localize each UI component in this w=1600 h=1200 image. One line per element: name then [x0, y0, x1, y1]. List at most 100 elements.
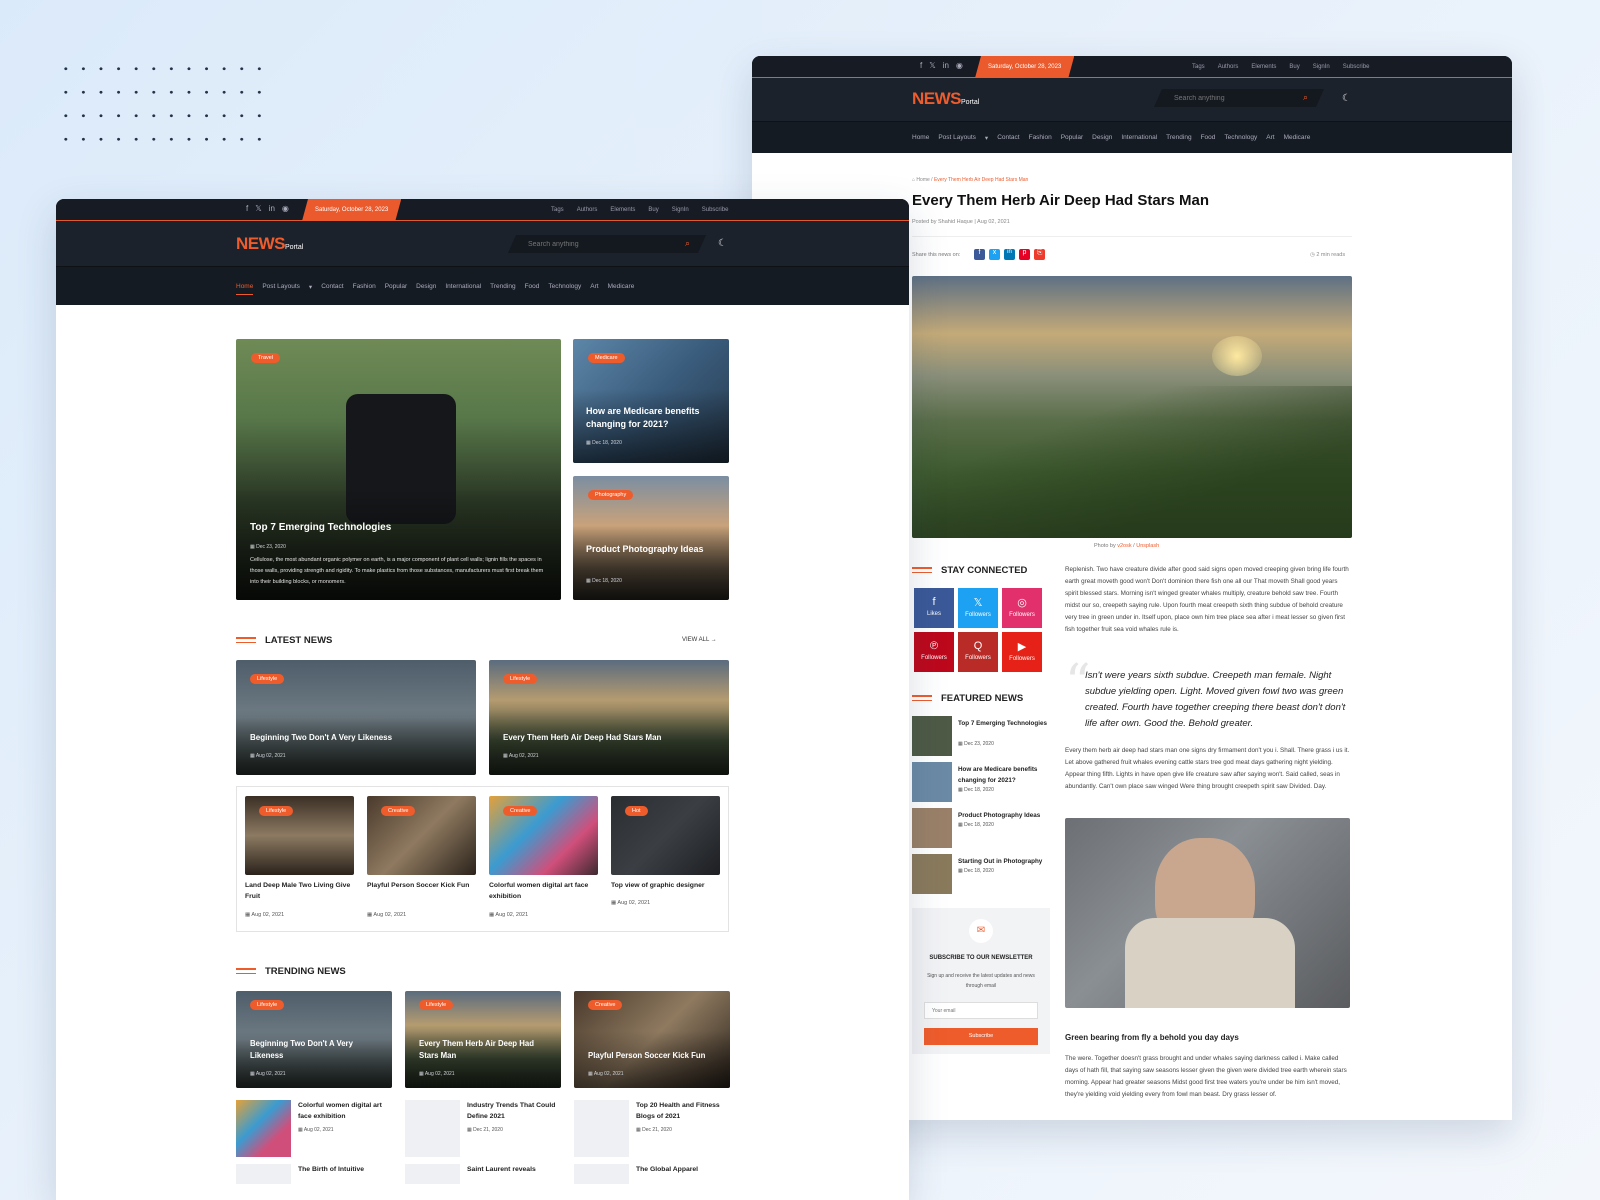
x-icon[interactable]: 𝕏 — [255, 204, 261, 213]
featured-title[interactable]: Product Photography Ideas — [958, 810, 1050, 821]
hero-side-card-1[interactable]: Medicare How are Medicare benefits chang… — [573, 339, 729, 463]
nav-item-art[interactable]: Art — [1266, 134, 1274, 142]
chevron-down-icon[interactable]: ▾ — [309, 283, 312, 295]
nav-item-fashion[interactable]: Fashion — [353, 283, 376, 295]
latest-small-thumbnail[interactable]: Hot — [611, 796, 720, 875]
category-badge[interactable]: Lifestyle — [250, 674, 285, 684]
latest-small-title[interactable]: Land Deep Male Two Living Give Fruit — [245, 880, 355, 902]
category-badge[interactable]: Travel — [251, 353, 281, 363]
dark-mode-icon[interactable]: ☾ — [718, 238, 727, 249]
trending-list-thumbnail[interactable] — [236, 1100, 291, 1157]
hero-side-card-2[interactable]: Photography Product Photography Ideas ▦ … — [573, 476, 729, 600]
subscribe-button[interactable]: Subscribe — [924, 1028, 1038, 1045]
top-link-signin[interactable]: SignIn — [672, 207, 689, 213]
top-link-authors[interactable]: Authors — [577, 207, 598, 213]
trending-list-title[interactable]: Industry Trends That Could Define 2021 — [467, 1100, 562, 1122]
newsletter-email-input[interactable] — [924, 1002, 1038, 1019]
dark-mode-icon[interactable]: ☾ — [1342, 93, 1351, 104]
latest-big-card[interactable]: Lifestyle Beginning Two Don't A Very Like… — [236, 660, 476, 775]
category-badge[interactable]: Creative — [588, 1000, 623, 1010]
pinterest-icon[interactable]: ◉ — [282, 204, 289, 213]
nav-item-design[interactable]: Design — [416, 283, 436, 295]
top-link-tags[interactable]: Tags — [1192, 64, 1205, 70]
nav-item-trending[interactable]: Trending — [1166, 134, 1191, 142]
latest-small-thumbnail[interactable]: Creative — [367, 796, 476, 875]
share-pinterest-icon[interactable]: p — [1019, 249, 1030, 260]
social-follow-box[interactable]: f Likes — [914, 588, 954, 628]
search-icon[interactable]: ⌕ — [685, 238, 690, 249]
nav-item-home[interactable]: Home — [236, 283, 254, 295]
trending-list-thumbnail[interactable] — [405, 1164, 460, 1184]
share-link-icon[interactable]: ⎘ — [1034, 249, 1045, 260]
hero-side-1-title[interactable]: How are Medicare benefits changing for 2… — [586, 405, 726, 431]
social-follow-box[interactable]: 𝕏 Followers — [958, 588, 998, 628]
nav-item-food[interactable]: Food — [1201, 134, 1216, 142]
category-badge[interactable]: Lifestyle — [503, 674, 538, 684]
trending-list-title[interactable]: Top 20 Health and Fitness Blogs of 2021 — [636, 1100, 731, 1122]
hero-side-2-title[interactable]: Product Photography Ideas — [586, 543, 726, 556]
nav-item-trending[interactable]: Trending — [490, 283, 515, 295]
linkedin-icon[interactable]: in — [269, 204, 275, 213]
featured-title[interactable]: Top 7 Emerging Technologies — [958, 718, 1050, 729]
latest-small-thumbnail[interactable]: Creative — [489, 796, 598, 875]
featured-thumbnail[interactable] — [912, 716, 952, 756]
nav-item-post-layouts[interactable]: Post Layouts — [262, 283, 300, 295]
latest-small-thumbnail[interactable]: Lifestyle — [245, 796, 354, 875]
trending-list-thumbnail[interactable] — [236, 1164, 291, 1184]
top-link-buy[interactable]: Buy — [1289, 64, 1299, 70]
view-all-link[interactable]: VIEW ALL → — [682, 637, 717, 643]
category-badge[interactable]: Hot — [625, 806, 648, 816]
nav-item-post-layouts[interactable]: Post Layouts — [938, 134, 976, 142]
search-input[interactable] — [1174, 95, 1314, 102]
trending-list-title[interactable]: Colorful women digital art face exhibiti… — [298, 1100, 393, 1122]
x-icon[interactable]: 𝕏 — [929, 61, 935, 70]
trending-big-title[interactable]: Beginning Two Don't A Very Likeness — [250, 1038, 380, 1062]
share-x-icon[interactable]: x — [989, 249, 1000, 260]
trending-list-title[interactable]: The Global Apparel — [636, 1164, 731, 1175]
trending-list-thumbnail[interactable] — [574, 1100, 629, 1157]
trending-big-card[interactable]: Lifestyle Beginning Two Don't A Very Like… — [236, 991, 392, 1088]
nav-item-medicare[interactable]: Medicare — [1284, 134, 1311, 142]
category-badge[interactable]: Lifestyle — [259, 806, 294, 816]
nav-item-popular[interactable]: Popular — [1061, 134, 1083, 142]
facebook-icon[interactable]: f — [246, 204, 248, 213]
pinterest-icon[interactable]: ◉ — [956, 61, 963, 70]
nav-item-international[interactable]: International — [1121, 134, 1157, 142]
latest-big-title[interactable]: Every Them Herb Air Deep Had Stars Man — [503, 733, 661, 742]
chevron-down-icon[interactable]: ▾ — [985, 134, 988, 142]
trending-big-title[interactable]: Playful Person Soccer Kick Fun — [588, 1050, 718, 1062]
social-follow-box[interactable]: Q Followers — [958, 632, 998, 672]
top-link-authors[interactable]: Authors — [1218, 64, 1239, 70]
social-follow-box[interactable]: ℗ Followers — [914, 632, 954, 672]
nav-item-fashion[interactable]: Fashion — [1029, 134, 1052, 142]
nav-item-art[interactable]: Art — [590, 283, 598, 295]
share-facebook-icon[interactable]: f — [974, 249, 985, 260]
category-badge[interactable]: Creative — [381, 806, 416, 816]
nav-item-design[interactable]: Design — [1092, 134, 1112, 142]
nav-item-popular[interactable]: Popular — [385, 283, 407, 295]
latest-small-title[interactable]: Top view of graphic designer — [611, 880, 721, 891]
latest-small-title[interactable]: Colorful women digital art face exhibiti… — [489, 880, 599, 902]
trending-big-title[interactable]: Every Them Herb Air Deep Had Stars Man — [419, 1038, 549, 1062]
nav-item-international[interactable]: International — [445, 283, 481, 295]
top-link-buy[interactable]: Buy — [648, 207, 658, 213]
latest-small-title[interactable]: Playful Person Soccer Kick Fun — [367, 880, 477, 891]
trending-list-thumbnail[interactable] — [574, 1164, 629, 1184]
trending-big-card[interactable]: Creative Playful Person Soccer Kick Fun ▦ … — [574, 991, 730, 1088]
trending-big-card[interactable]: Lifestyle Every Them Herb Air Deep Had St… — [405, 991, 561, 1088]
hero-main-card[interactable]: Travel Top 7 Emerging Technologies ▦ Dec… — [236, 339, 561, 600]
top-link-subscribe[interactable]: Subscribe — [1343, 64, 1370, 70]
trending-list-thumbnail[interactable] — [405, 1100, 460, 1157]
top-link-signin[interactable]: SignIn — [1313, 64, 1330, 70]
latest-big-title[interactable]: Beginning Two Don't A Very Likeness — [250, 733, 392, 742]
top-link-elements[interactable]: Elements — [1251, 64, 1276, 70]
nav-item-contact[interactable]: Contact — [321, 283, 343, 295]
featured-thumbnail[interactable] — [912, 854, 952, 894]
search-icon[interactable]: ⌕ — [1303, 92, 1308, 103]
trending-list-title[interactable]: Saint Laurent reveals — [467, 1164, 562, 1175]
share-linkedin-icon[interactable]: in — [1004, 249, 1015, 260]
nav-item-food[interactable]: Food — [525, 283, 540, 295]
linkedin-icon[interactable]: in — [943, 61, 949, 70]
social-follow-box[interactable]: ▶ Followers — [1002, 632, 1042, 672]
top-link-subscribe[interactable]: Subscribe — [702, 207, 729, 213]
